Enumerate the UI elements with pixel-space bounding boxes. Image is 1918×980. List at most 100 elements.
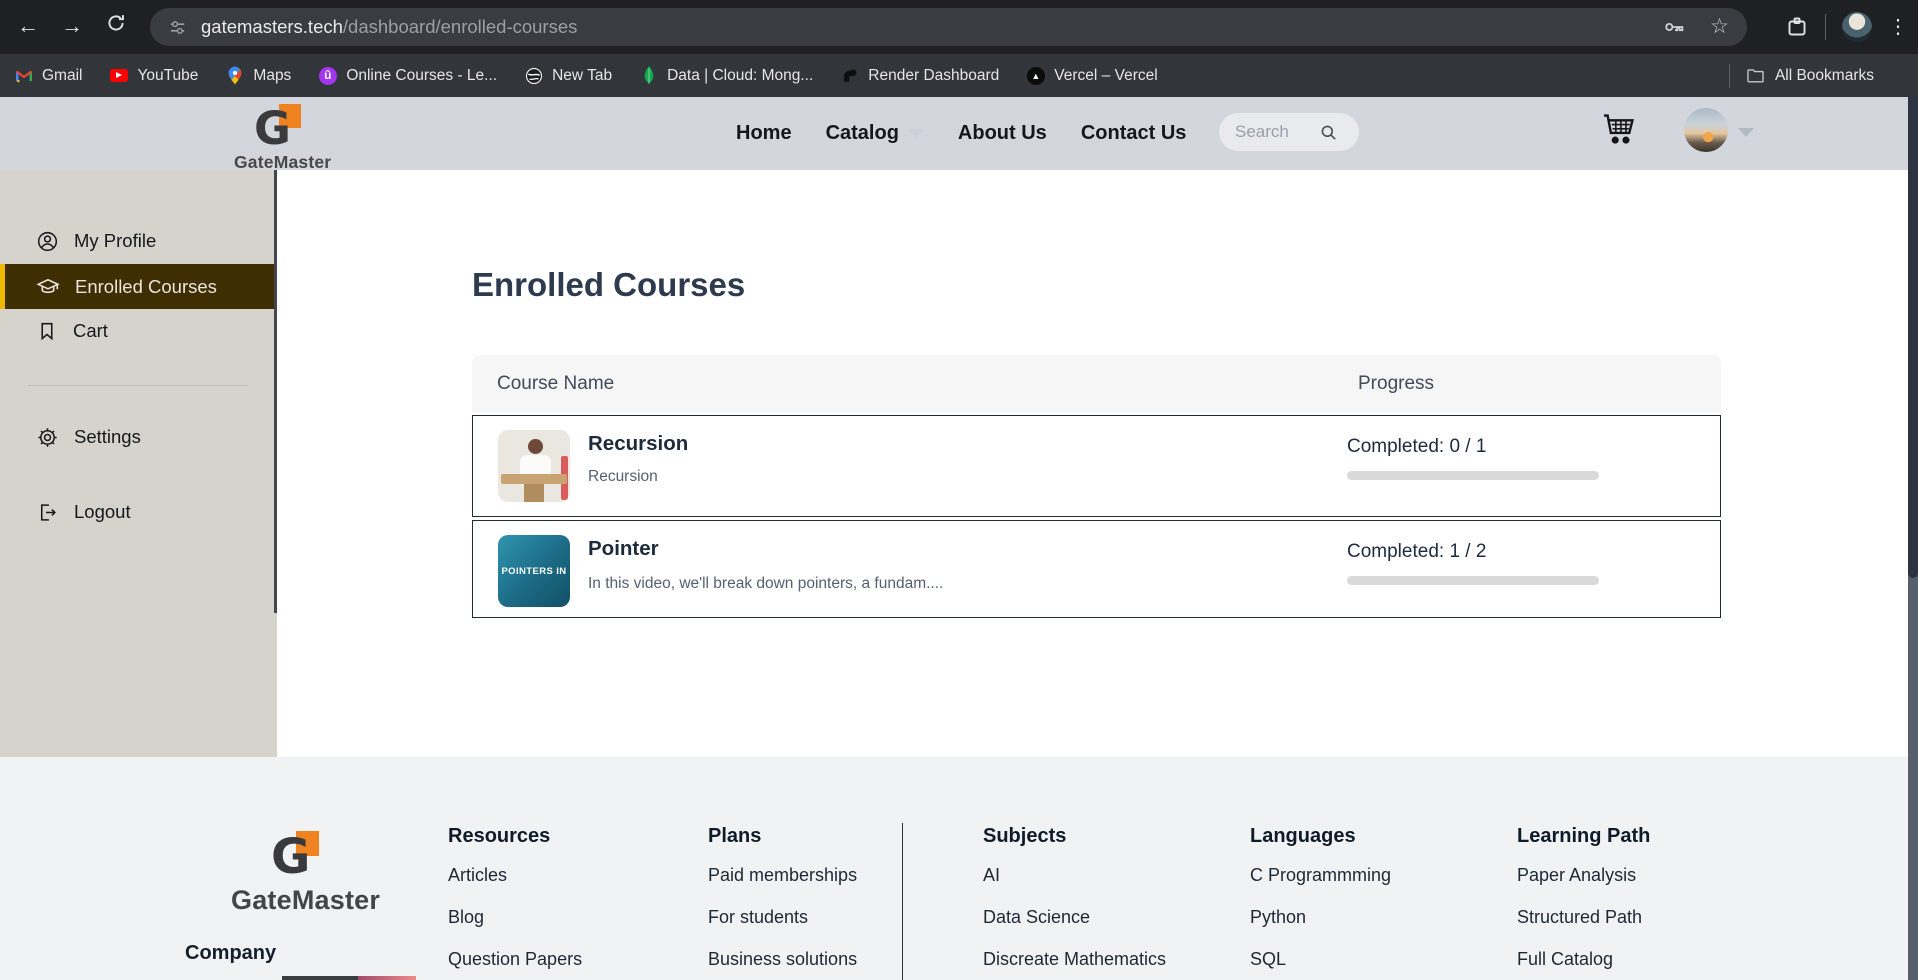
footer-cutoff-element-dark: [282, 976, 358, 980]
footer-cutoff-element-pink: [358, 976, 416, 980]
cart-icon: [1603, 114, 1634, 144]
bookmark-gmail[interactable]: Gmail: [14, 66, 82, 85]
all-bookmarks-button[interactable]: All Bookmarks: [1728, 63, 1874, 88]
footer-link[interactable]: Business solutions: [708, 949, 857, 970]
cart-button[interactable]: [1600, 110, 1640, 154]
browser-toolbar: ← → gatemasters.tech/dashboard/enrolled-…: [0, 0, 1918, 54]
browser-profile-avatar[interactable]: [1842, 12, 1872, 42]
page-scrollbar-thumb[interactable]: [1908, 97, 1918, 578]
footer-column-learning-path: Learning Path Paper Analysis Structured …: [1517, 825, 1651, 970]
search-icon[interactable]: [1319, 123, 1338, 142]
sidebar-item-settings[interactable]: Settings: [0, 415, 277, 459]
bookmark-star-icon[interactable]: ☆: [1710, 16, 1729, 37]
bookmark-maps[interactable]: Maps: [225, 66, 291, 85]
bookmark-vercel[interactable]: ▲ Vercel – Vercel: [1026, 66, 1158, 85]
footer-link[interactable]: Blog: [448, 907, 582, 928]
progress-label: Completed: 1 / 2: [1347, 541, 1487, 562]
site-header: G GateMaster Home Catalog About Us Conta…: [0, 97, 1908, 172]
footer-link[interactable]: Articles: [448, 865, 582, 886]
user-avatar[interactable]: [1684, 108, 1728, 152]
footer-logo-text: GateMaster: [231, 885, 381, 915]
footer-link[interactable]: AI: [983, 865, 1166, 886]
bookmark-new-tab[interactable]: New Tab: [524, 66, 612, 85]
bookmark-render[interactable]: Render Dashboard: [840, 66, 999, 85]
chevron-down-icon: [907, 129, 924, 138]
search-box: [1219, 113, 1359, 151]
mongodb-leaf-icon: [639, 66, 658, 85]
footer-link[interactable]: SQL: [1250, 949, 1391, 970]
password-key-icon[interactable]: [1662, 15, 1686, 39]
footer-link[interactable]: Paid memberships: [708, 865, 857, 886]
user-icon: [37, 231, 58, 251]
footer-link[interactable]: Paper Analysis: [1517, 865, 1650, 886]
main-nav: Home Catalog About Us Contact Us: [736, 97, 1186, 170]
extensions-icon[interactable]: [1785, 15, 1809, 39]
logout-icon: [40, 503, 56, 521]
sidebar-divider: [28, 385, 248, 386]
footer-logo: G: [271, 831, 319, 883]
bookmark-mongodb[interactable]: Data | Cloud: Mong...: [639, 66, 813, 85]
column-course-name: Course Name: [497, 373, 615, 394]
footer-link[interactable]: Full Catalog: [1517, 949, 1650, 970]
gear-icon: [38, 427, 57, 447]
avatar-dropdown-chevron[interactable]: [1738, 128, 1754, 137]
footer-link[interactable]: Python: [1250, 907, 1391, 928]
graduation-cap-icon: [36, 278, 60, 293]
toolbar-right-cluster: ⋮: [1785, 0, 1908, 54]
reload-icon: [108, 15, 124, 31]
nav-contact-us[interactable]: Contact Us: [1081, 122, 1187, 145]
footer-link[interactable]: Question Papers: [448, 949, 582, 970]
url-path: /dashboard/enrolled-courses: [342, 16, 578, 37]
bookmark-icon: [41, 322, 53, 341]
footer-link[interactable]: For students: [708, 907, 857, 928]
bookmarks-separator: [1728, 63, 1730, 88]
site-info-icon[interactable]: [168, 18, 187, 37]
render-icon: [840, 66, 859, 85]
bookmarks-bar: Gmail YouTube Maps û Online Courses - Le…: [0, 54, 1918, 97]
footer-column-subjects: Subjects AI Data Science Discreate Mathe…: [983, 825, 1167, 970]
nav-catalog[interactable]: Catalog: [826, 122, 924, 145]
course-thumbnail: [498, 430, 570, 502]
bookmark-online-courses[interactable]: û Online Courses - Le...: [318, 66, 497, 85]
toolbar-separator: [1825, 14, 1826, 40]
dashboard-sidebar: My Profile Enrolled Courses Cart Setting…: [0, 170, 277, 757]
column-progress: Progress: [1358, 373, 1435, 394]
youtube-icon: [109, 66, 128, 85]
sidebar-scrollbar[interactable]: [274, 170, 277, 613]
course-thumbnail: POINTERS IN: [498, 535, 570, 607]
browser-menu-icon[interactable]: ⋮: [1888, 17, 1908, 37]
course-row-recursion[interactable]: Recursion Recursion Completed: 0 / 1: [472, 415, 1721, 517]
url-host: gatemasters.tech: [201, 16, 343, 37]
gmail-icon: [14, 66, 33, 85]
nav-about-us[interactable]: About Us: [958, 122, 1047, 145]
forward-button[interactable]: →: [56, 11, 88, 43]
course-title: Pointer: [588, 537, 659, 560]
globe-icon: [524, 66, 543, 85]
back-button[interactable]: ←: [12, 11, 44, 43]
logo-letter: G: [271, 829, 311, 885]
sidebar-item-my-profile[interactable]: My Profile: [0, 219, 277, 263]
table-header: Course Name Progress: [472, 355, 1721, 412]
sidebar-item-logout[interactable]: Logout: [0, 490, 277, 534]
footer-link[interactable]: Data Science: [983, 907, 1166, 928]
logo-letter: G: [254, 102, 291, 155]
footer-company-heading: Company: [185, 942, 277, 964]
progress-label: Completed: 0 / 1: [1347, 436, 1487, 457]
nav-home[interactable]: Home: [736, 122, 792, 145]
sidebar-item-cart[interactable]: Cart: [0, 309, 277, 353]
address-bar[interactable]: gatemasters.tech/dashboard/enrolled-cour…: [150, 8, 1747, 46]
footer-link[interactable]: C Programmming: [1250, 865, 1391, 886]
progress-bar: [1347, 471, 1599, 480]
footer-divider: [902, 823, 903, 980]
bookmark-youtube[interactable]: YouTube: [109, 66, 198, 85]
url-text: gatemasters.tech/dashboard/enrolled-cour…: [201, 16, 577, 38]
site-logo[interactable]: G: [254, 104, 301, 153]
site-footer: G GateMaster Company Resources Articles …: [0, 757, 1908, 980]
page-title: Enrolled Courses: [472, 266, 746, 303]
course-row-pointer[interactable]: POINTERS IN Pointer In this video, we'll…: [472, 520, 1721, 618]
sidebar-item-enrolled-courses[interactable]: Enrolled Courses: [0, 264, 277, 309]
search-input[interactable]: [1235, 122, 1319, 142]
reload-button[interactable]: [100, 12, 132, 44]
footer-link[interactable]: Structured Path: [1517, 907, 1650, 928]
footer-link[interactable]: Discreate Mathematics: [983, 949, 1166, 970]
